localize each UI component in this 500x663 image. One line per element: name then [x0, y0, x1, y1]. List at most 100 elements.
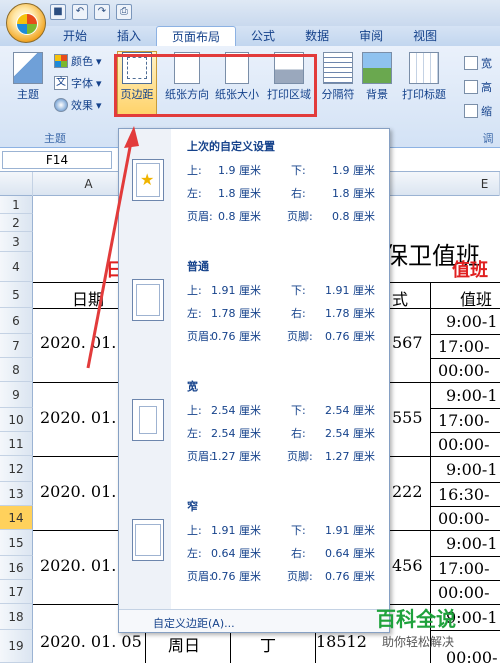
undo-icon[interactable]: ↶	[72, 4, 88, 20]
row-header[interactable]: 1	[0, 196, 33, 214]
time-cell[interactable]: 17:00-	[438, 559, 490, 578]
date-cell[interactable]: 2020. 01.	[40, 482, 116, 501]
time-cell[interactable]: 9:00-1	[446, 460, 498, 479]
row-header[interactable]: 12	[0, 456, 33, 482]
row-header[interactable]: 7	[0, 334, 33, 358]
phone-cell[interactable]: 456	[392, 556, 423, 575]
themes-button[interactable]: 主题	[6, 52, 50, 102]
row-header[interactable]: 11	[0, 432, 33, 456]
row-header[interactable]: 16	[0, 556, 33, 580]
time-cell[interactable]: 16:30-	[438, 485, 490, 504]
phone-cell[interactable]: 555	[392, 408, 423, 427]
annotation-highlight-box	[114, 54, 317, 117]
phone-cell[interactable]: 18512	[316, 632, 367, 651]
margin-preview-icon	[132, 519, 164, 561]
date-cell[interactable]: 2020. 01.	[40, 556, 116, 575]
width-control[interactable]: 宽	[464, 54, 492, 72]
date-cell[interactable]: 2020. 01. 05	[40, 632, 142, 651]
grid-line	[230, 630, 231, 663]
row-header[interactable]: 4	[0, 252, 33, 282]
themes-icon	[13, 52, 43, 84]
grid-line	[430, 556, 500, 557]
preset-narrow[interactable]: 窄 上: 1.91 厘米 下: 1.91 厘米 左: 0.64 厘米 右: 0.…	[119, 489, 389, 607]
time-cell[interactable]: 9:00-1	[446, 312, 498, 331]
tab-home[interactable]: 开始	[48, 26, 102, 46]
tab-insert[interactable]: 插入	[102, 26, 156, 46]
background-icon	[362, 52, 392, 84]
time-cell[interactable]: 9:00-1	[446, 534, 498, 553]
phone-cell[interactable]: 222	[392, 482, 423, 501]
tab-formulas[interactable]: 公式	[236, 26, 290, 46]
time-cell[interactable]: 00:00-	[438, 361, 490, 380]
print-titles-icon	[409, 52, 439, 84]
scale-group-label: 调	[482, 132, 494, 145]
preset-wide[interactable]: 宽 上: 2.54 厘米 下: 2.54 厘米 左: 2.54 厘米 右: 2.…	[119, 369, 389, 487]
row-header[interactable]: 19	[0, 630, 33, 663]
tab-data[interactable]: 数据	[290, 26, 344, 46]
theme-group-label: 主题	[44, 132, 66, 145]
margin-preview-icon	[132, 279, 164, 321]
breaks-button[interactable]: 分隔符	[317, 52, 359, 102]
select-all-corner[interactable]	[0, 172, 33, 196]
breaks-icon	[323, 52, 353, 84]
time-cell[interactable]: 00:00-	[438, 583, 490, 602]
fonts-button[interactable]: 文 字体 ▾	[54, 74, 102, 92]
weekday-cell[interactable]: 周日	[168, 632, 200, 656]
time-cell[interactable]: 17:00-	[438, 411, 490, 430]
background-button[interactable]: 背景	[359, 52, 395, 102]
width-icon	[464, 56, 478, 70]
height-control[interactable]: 高	[464, 78, 492, 96]
custom-margins-item[interactable]: 自定义边距(A)...	[119, 609, 389, 632]
preset-last-custom[interactable]: ★ 上次的自定义设置 上: 1.9 厘米 下: 1.9 厘米 左: 1.8 厘米…	[119, 129, 389, 247]
row-header[interactable]: 15	[0, 530, 33, 556]
row-header[interactable]: 8	[0, 358, 33, 382]
column-title-shift: 值班	[460, 290, 493, 309]
scale-control[interactable]: 缩	[464, 102, 492, 120]
time-cell[interactable]: 00:00-	[438, 509, 490, 528]
row-header[interactable]: 2	[0, 214, 33, 232]
height-icon	[464, 80, 478, 94]
row-header[interactable]: 3	[0, 232, 33, 252]
row-header[interactable]: 18	[0, 604, 33, 630]
time-cell[interactable]: 17:00-	[438, 337, 490, 356]
time-cell[interactable]: 9:00-1	[446, 386, 498, 405]
header-right-red: 值班	[452, 260, 488, 281]
colors-button[interactable]: 颜色 ▾	[54, 52, 102, 70]
row-header[interactable]: 5	[0, 282, 33, 308]
date-cell[interactable]: 2020. 01.	[40, 333, 116, 352]
phone-cell[interactable]: 567	[392, 333, 423, 352]
preset-normal[interactable]: 普通 上: 1.91 厘米 下: 1.91 厘米 左: 1.78 厘米 右: 1…	[119, 249, 389, 367]
date-cell[interactable]: 2020. 01.	[40, 408, 116, 427]
effects-button[interactable]: 效果 ▾	[54, 96, 102, 114]
column-header-e[interactable]: E	[470, 172, 500, 196]
row-header-selected[interactable]: 14	[0, 506, 33, 530]
name-box[interactable]: F14	[2, 151, 112, 169]
scale-icon	[464, 104, 478, 118]
margin-preview-icon: ★	[132, 159, 164, 201]
title-bar: ■ ↶ ↷ ⎙	[0, 0, 500, 26]
grid-line	[430, 334, 500, 335]
tab-page-layout[interactable]: 页面布局	[156, 26, 237, 46]
grid-line	[430, 580, 500, 581]
margins-dropdown: ★ 上次的自定义设置 上: 1.9 厘米 下: 1.9 厘米 左: 1.8 厘米…	[118, 128, 390, 633]
print-titles-button[interactable]: 打印标题	[398, 52, 450, 102]
print-preview-icon[interactable]: ⎙	[116, 4, 132, 20]
row-header[interactable]: 6	[0, 308, 33, 334]
row-header[interactable]: 9	[0, 382, 33, 408]
grid-line	[430, 358, 500, 359]
redo-icon[interactable]: ↷	[94, 4, 110, 20]
time-cell[interactable]: 00:00-	[438, 435, 490, 454]
office-button[interactable]	[6, 3, 46, 43]
save-icon[interactable]: ■	[50, 4, 66, 20]
ribbon-tabs: 开始 插入 页面布局 公式 数据 审阅 视图	[48, 26, 452, 46]
row-header[interactable]: 10	[0, 408, 33, 432]
name-cell[interactable]: 丁	[260, 632, 276, 656]
margin-preview-icon	[132, 399, 164, 441]
fonts-icon: 文	[54, 76, 68, 90]
row-header[interactable]: 13	[0, 482, 33, 506]
tab-review[interactable]: 审阅	[344, 26, 398, 46]
tab-view[interactable]: 视图	[398, 26, 452, 46]
grid-line	[430, 432, 500, 433]
column-title-partial: 式	[392, 290, 409, 309]
row-header[interactable]: 17	[0, 580, 33, 604]
